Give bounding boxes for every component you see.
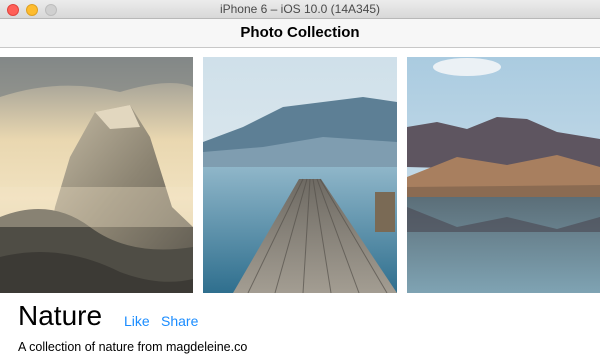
window-title: iPhone 6 – iOS 10.0 (14A345) [219,2,381,16]
photo-lake-image [407,57,600,293]
photo-mountain[interactable] [0,57,193,293]
photo-mountain-image [0,57,193,293]
like-button[interactable]: Like [124,312,150,330]
nav-title: Photo Collection [240,24,360,41]
navigation-bar: Photo Collection [0,19,600,48]
simulator-title-bar: iPhone 6 – iOS 10.0 (14A345) [0,0,600,19]
collection-title: Nature [18,300,103,331]
collection-description: A collection of nature from magdeleine.c… [18,340,248,354]
photo-lake[interactable] [407,57,600,293]
photo-dock-image [203,57,397,293]
share-button[interactable]: Share [161,312,198,330]
photo-dock[interactable] [203,57,397,293]
